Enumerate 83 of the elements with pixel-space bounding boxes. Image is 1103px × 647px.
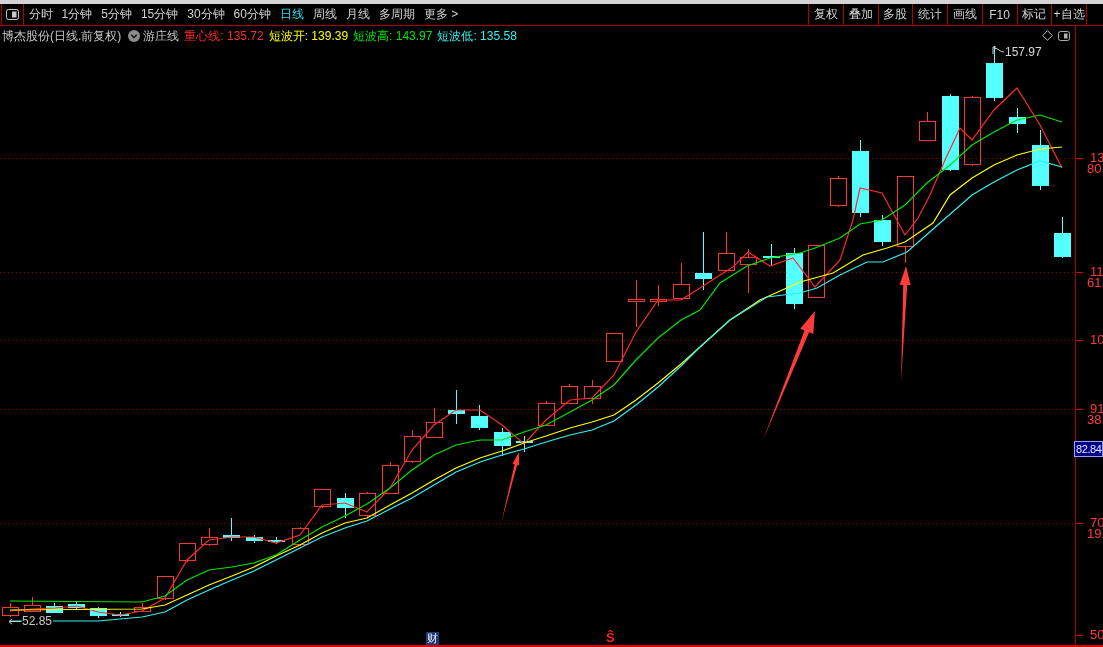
falling-candle: [112, 611, 129, 618]
falling-candle: [448, 389, 465, 425]
indicator-set-name[interactable]: 游庄线: [143, 27, 180, 45]
rising-candle: [134, 602, 151, 613]
price-axis-label: 13: [1090, 151, 1103, 165]
percent-axis-label: 61.: [1087, 276, 1103, 290]
rising-candle: [538, 400, 555, 427]
rising-candle: [292, 526, 309, 547]
rising-candle: [606, 333, 623, 363]
falling-candle: [471, 404, 488, 431]
rising-candle: [314, 489, 331, 509]
stock-title: 博杰股份(日线.前复权): [2, 27, 122, 45]
falling-candle: [874, 214, 891, 247]
falling-candle: [494, 427, 511, 457]
falling-candle: [516, 435, 533, 453]
rising-candle: [201, 527, 218, 547]
rising-candle: [584, 379, 601, 405]
left-arrow-icon: [8, 618, 21, 625]
diamond-icon[interactable]: [1042, 30, 1053, 41]
period-tab[interactable]: 周线: [308, 4, 342, 25]
percent-axis-label: 38.: [1087, 413, 1103, 427]
current-price-tag: 82.84: [1074, 441, 1103, 457]
indicator-value: 短波开: 139.39: [268, 27, 349, 45]
rising-candle: [157, 576, 174, 601]
rising-candle: [24, 596, 41, 613]
toolbar-button[interactable]: +自选: [1051, 4, 1086, 25]
falling-candle: [268, 536, 285, 545]
indicator-value: 重心线: 135.72: [184, 27, 264, 45]
period-tab[interactable]: 更多 >: [419, 4, 463, 25]
indicator-value: 短波高: 143.97: [353, 27, 433, 45]
rising-candle: [964, 95, 981, 167]
finance-marker[interactable]: 财: [426, 632, 439, 645]
falling-candle: [1032, 129, 1049, 191]
rising-candle: [359, 491, 376, 519]
indicator-value: 短波低: 135.58: [437, 27, 517, 45]
rising-candle: [426, 407, 443, 439]
panel-toggle-button[interactable]: [1, 4, 24, 25]
percent-axis-label: 80.: [1087, 162, 1103, 176]
period-tab[interactable]: 5分钟: [96, 4, 137, 25]
rising-candle: [718, 231, 735, 272]
rising-candle: [673, 262, 690, 301]
panel-toggle-icon: [6, 9, 19, 20]
panel-toggle-icon[interactable]: [1058, 31, 1070, 41]
falling-candle: [763, 243, 780, 266]
falling-candle: [337, 492, 354, 519]
dropdown-icon[interactable]: [128, 30, 141, 42]
period-tab[interactable]: 月线: [341, 4, 375, 25]
falling-candle: [1009, 107, 1026, 134]
leader-line-icon: [992, 46, 1004, 54]
rising-candle: [382, 461, 399, 495]
rising-candle: [808, 245, 825, 298]
rising-candle: [919, 111, 936, 142]
rising-candle: [561, 383, 578, 405]
period-tab[interactable]: 60分钟: [229, 4, 276, 25]
falling-candle: [246, 534, 263, 544]
rising-candle: [740, 248, 757, 294]
period-tab[interactable]: 1分钟: [57, 4, 97, 25]
rising-candle: [404, 429, 421, 464]
falling-candle: [90, 606, 107, 619]
price-axis-label: 10: [1090, 333, 1103, 347]
price-axis-label: 91: [1090, 402, 1103, 416]
falling-candle: [68, 600, 85, 610]
rising-candle: [179, 543, 196, 563]
falling-candle: [695, 231, 712, 291]
price-axis-label: 50: [1090, 628, 1103, 642]
period-tab[interactable]: 15分钟: [136, 4, 183, 25]
signal-marker: Ŝ: [606, 631, 615, 645]
falling-candle: [46, 602, 63, 614]
price-axis-label: 11: [1090, 265, 1103, 279]
period-tab[interactable]: 30分钟: [182, 4, 230, 25]
high-price-label: 157.97: [1005, 45, 1042, 59]
falling-candle: [1054, 216, 1071, 259]
rising-candle: [650, 284, 667, 307]
period-tab[interactable]: 分时: [24, 4, 57, 25]
rising-candle: [830, 175, 847, 208]
rising-candle: [2, 602, 19, 618]
low-price-label: 52.85: [22, 614, 54, 628]
period-tab[interactable]: 多周期: [374, 4, 420, 25]
percent-axis-label: 19.: [1087, 527, 1103, 541]
falling-candle: [223, 517, 240, 542]
rising-candle: [628, 279, 645, 328]
price-axis-label: 70: [1090, 516, 1103, 530]
period-tab[interactable]: 日线: [275, 4, 309, 25]
